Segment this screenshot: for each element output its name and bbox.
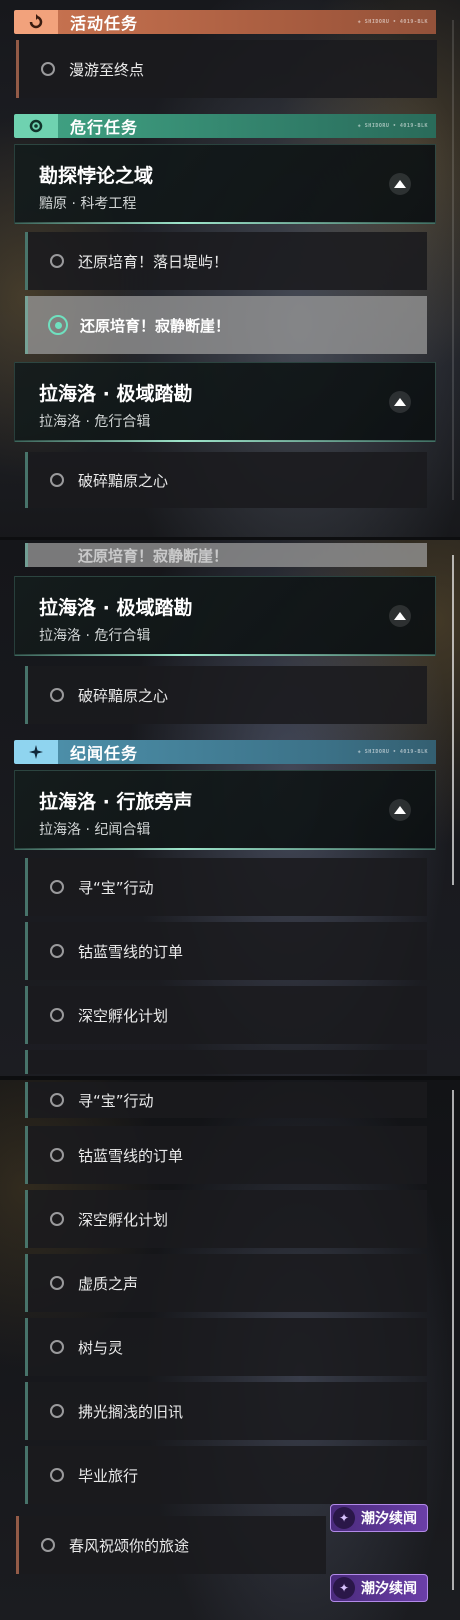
quest-item-cliff-active[interactable]: 还原培育！寂静断崖！	[25, 296, 427, 354]
quest-item-label: 漫游至终点	[69, 60, 145, 79]
quest-status-circle-icon	[50, 944, 64, 958]
quest-status-circle-icon	[50, 1404, 64, 1418]
triangle-up-icon[interactable]	[389, 605, 411, 627]
triangle-up-icon[interactable]	[389, 391, 411, 413]
quest-item-label: 春风祝颂你的旅途	[69, 1536, 190, 1555]
quest-item-label: 破碎黯原之心	[78, 471, 169, 490]
section-title-activity: 活动任务	[70, 14, 139, 33]
quest-status-circle-icon	[50, 880, 64, 894]
quest-card-rahailuo[interactable]: 拉海洛 · 极域踏勘 拉海洛 · 危行合辑	[14, 362, 436, 442]
quest-item-label: 拂光搁浅的旧讯	[78, 1402, 184, 1421]
quest-item-label: 钴蓝雪线的订单	[78, 1146, 184, 1165]
quest-item-sunset[interactable]: 还原培育！落日堤屿！	[25, 232, 427, 290]
quest-status-circle-icon	[50, 1212, 64, 1226]
star-icon	[14, 740, 58, 764]
tracking-gear-icon	[48, 315, 68, 335]
quest-card-subtitle: 黯原 · 科考工程	[39, 196, 137, 212]
quest-item-cliff-partial[interactable]: 还原培育！寂静断崖！	[25, 543, 427, 567]
quest-item-stranded[interactable]: 拂光搁浅的旧讯	[25, 1382, 427, 1440]
quest-item-spring[interactable]: 春风祝颂你的旅途	[16, 1516, 326, 1574]
quest-card-travel[interactable]: 拉海洛 · 行旅旁声 拉海洛 · 纪闻合辑	[14, 770, 436, 850]
quest-item-label: 深空孵化计划	[78, 1210, 169, 1229]
quest-item-treasure-2[interactable]: 寻“宝”行动	[25, 1082, 427, 1118]
quest-status-circle-icon	[50, 1468, 64, 1482]
triangle-up-icon[interactable]	[389, 799, 411, 821]
section-tag: ◈ SHIDORU • 4019-BLK	[357, 123, 428, 129]
quest-item-label: 树与灵	[78, 1338, 124, 1357]
section-header-chronicle: 纪闻任务 ◈ SHIDORU • 4019-BLK	[14, 740, 436, 764]
quest-item-label: 虚质之声	[78, 1274, 139, 1293]
section-header-danger: 危行任务 ◈ SHIDORU • 4019-BLK	[14, 114, 436, 138]
triangle-up-icon[interactable]	[389, 173, 411, 195]
scrollbar[interactable]	[452, 555, 454, 885]
quest-item-label: 钴蓝雪线的订单	[78, 942, 184, 961]
quest-item-graduation[interactable]: 毕业旅行	[25, 1446, 427, 1504]
gear-icon	[14, 114, 58, 138]
section-tag: ◈ SHIDORU • 4019-BLK	[357, 19, 428, 25]
watermark-badge: ✦ 潮汐续闻	[330, 1574, 428, 1602]
quest-item-roam[interactable]: 漫游至终点	[16, 40, 437, 98]
quest-status-circle-icon	[50, 1276, 64, 1290]
quest-card-rahailuo-2[interactable]: 拉海洛 · 极域踏勘 拉海洛 · 危行合辑	[14, 576, 436, 656]
quest-item-label: 毕业旅行	[78, 1466, 139, 1485]
quest-card-paradox[interactable]: 勘探悖论之域 黯原 · 科考工程	[14, 144, 436, 224]
scrollbar[interactable]	[452, 20, 454, 500]
quest-status-circle-icon	[50, 1008, 64, 1022]
quest-item-shatter-2[interactable]: 破碎黯原之心	[25, 666, 427, 724]
quest-card-title: 拉海洛 · 极域踏勘	[39, 383, 193, 405]
section-tag: ◈ SHIDORU • 4019-BLK	[357, 749, 428, 755]
quest-item-void[interactable]: 虚质之声	[25, 1254, 427, 1312]
quest-item-deepspace[interactable]: 深空孵化计划	[25, 986, 427, 1044]
quest-card-subtitle: 拉海洛 · 危行合辑	[39, 628, 151, 644]
feather-logo-icon: ✦	[333, 1507, 355, 1529]
quest-item-treasure[interactable]: 寻“宝”行动	[25, 858, 427, 916]
quest-item-label: 还原培育！落日堤屿！	[78, 252, 229, 271]
quest-status-circle-icon	[41, 62, 55, 76]
quest-item-partial[interactable]	[25, 1050, 427, 1074]
quest-card-title: 拉海洛 · 行旅旁声	[39, 791, 193, 813]
quest-card-subtitle: 拉海洛 · 危行合辑	[39, 414, 151, 430]
quest-item-deepspace-2[interactable]: 深空孵化计划	[25, 1190, 427, 1248]
quest-status-circle-icon	[50, 1093, 64, 1107]
quest-card-title: 勘探悖论之域	[39, 165, 154, 187]
quest-item-label: 还原培育！寂静断崖！	[80, 316, 231, 335]
section-title-chronicle: 纪闻任务	[70, 744, 139, 763]
quest-card-title: 拉海洛 · 极域踏勘	[39, 597, 193, 619]
quest-status-circle-icon	[50, 1340, 64, 1354]
quest-item-label: 破碎黯原之心	[78, 686, 169, 705]
watermark-text: 潮汐续闻	[361, 1511, 417, 1527]
quest-status-circle-icon	[50, 473, 64, 487]
quest-status-circle-icon	[50, 688, 64, 702]
activity-icon	[14, 10, 58, 34]
scrollbar[interactable]	[452, 1090, 454, 1590]
quest-status-circle-icon	[50, 254, 64, 268]
quest-item-tree[interactable]: 树与灵	[25, 1318, 427, 1376]
quest-status-circle-icon	[50, 1148, 64, 1162]
section-title-danger: 危行任务	[70, 118, 139, 137]
quest-item-label: 还原培育！寂静断崖！	[78, 546, 229, 565]
feather-logo-icon: ✦	[333, 1577, 355, 1599]
quest-item-label: 寻“宝”行动	[78, 1091, 154, 1110]
quest-item-shatter[interactable]: 破碎黯原之心	[25, 452, 427, 508]
watermark-badge: ✦ 潮汐续闻	[330, 1504, 428, 1532]
quest-item-cobalt-2[interactable]: 钴蓝雪线的订单	[25, 1126, 427, 1184]
quest-card-subtitle: 拉海洛 · 纪闻合辑	[39, 822, 151, 838]
quest-item-cobalt[interactable]: 钴蓝雪线的订单	[25, 922, 427, 980]
quest-status-circle-icon	[41, 1538, 55, 1552]
section-header-activity: 活动任务 ◈ SHIDORU • 4019-BLK	[14, 10, 436, 34]
watermark-text: 潮汐续闻	[361, 1581, 417, 1597]
quest-item-label: 寻“宝”行动	[78, 878, 154, 897]
quest-item-label: 深空孵化计划	[78, 1006, 169, 1025]
